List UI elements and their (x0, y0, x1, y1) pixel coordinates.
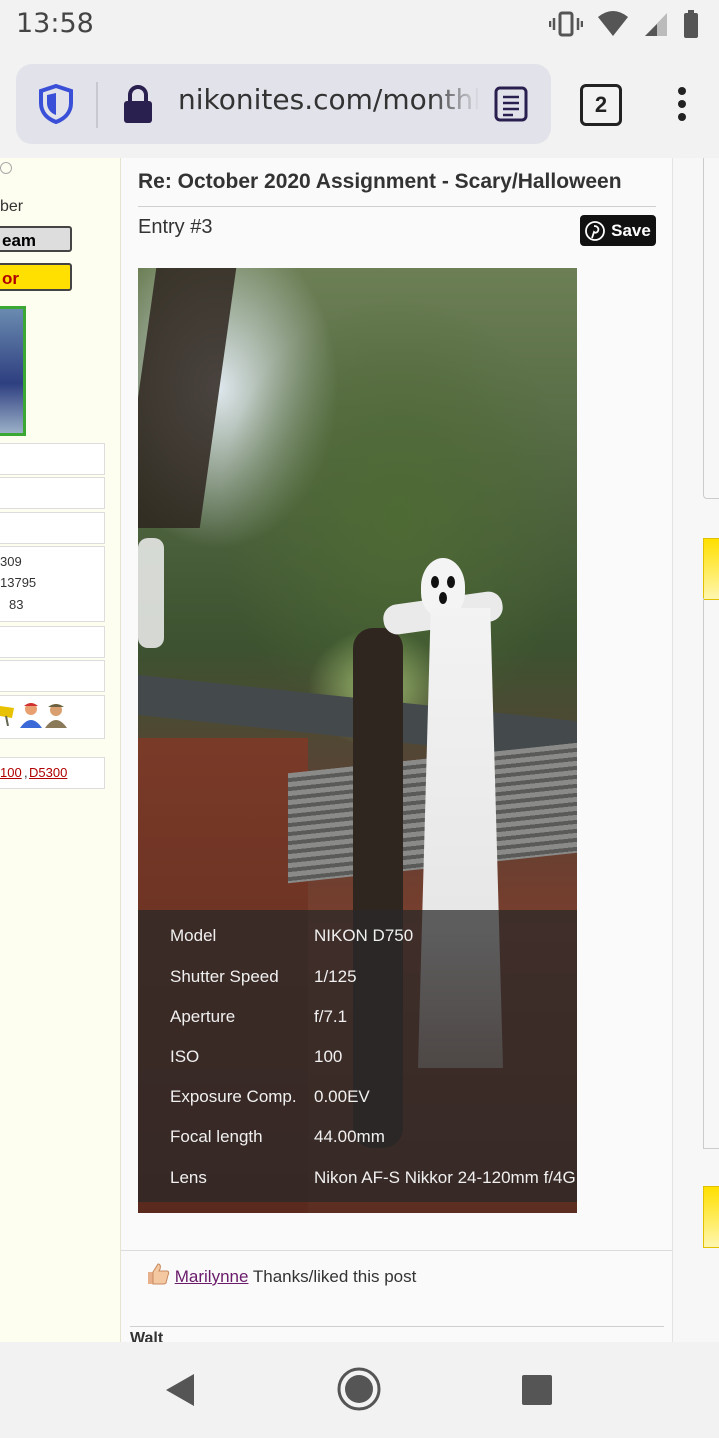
post-footer-divider (121, 1250, 672, 1251)
exif-label-exposure: Exposure Comp. (170, 1087, 297, 1106)
camera-link-2[interactable]: D5300 (29, 765, 67, 780)
user-title: ber (0, 198, 24, 215)
liked-line: Marilynne Thanks/liked this post (146, 1262, 416, 1287)
pinterest-save-button[interactable]: Save (580, 215, 656, 246)
person-award-icon (20, 703, 42, 728)
exif-overlay: Model NIKON D750 Shutter Speed 1/125 Ape… (138, 910, 577, 1202)
exif-value-aperture: f/7.1 (314, 1007, 348, 1026)
overflow-menu-icon[interactable] (675, 86, 689, 122)
exif-label-shutter: Shutter Speed (170, 967, 279, 986)
tree-trunk-left (138, 268, 237, 528)
reader-mode-icon[interactable] (494, 86, 528, 122)
back-icon[interactable] (164, 1372, 196, 1408)
url-fade (430, 78, 480, 128)
user-sidebar: ber eam or 309 13795 83 100 , D5300 (0, 158, 121, 1342)
tab-switcher-button[interactable]: 2 (580, 84, 622, 126)
info-box-2 (0, 477, 105, 509)
info-box-5 (0, 660, 105, 692)
exif-label-model: Model (170, 926, 217, 945)
battery-icon (684, 10, 698, 38)
ghost-head (421, 558, 465, 616)
post-title[interactable]: Re: October 2020 Assignment - Scary/Hall… (138, 170, 622, 194)
signal-icon (645, 13, 667, 36)
exif-value-exposure: 0.00EV (314, 1087, 370, 1106)
next-post-divider (130, 1326, 664, 1327)
stat-third: 83 (9, 597, 24, 612)
exif-label-aperture: Aperture (170, 1007, 236, 1026)
liked-user-link[interactable]: Marilynne (175, 1267, 249, 1286)
exif-value-lens: Nikon AF-S Nikkor 24-120mm f/4G (314, 1168, 576, 1187)
exif-value-model: NIKON D750 (314, 926, 414, 945)
camera-link-1[interactable]: 100 (0, 765, 22, 780)
online-status-icon (0, 162, 12, 174)
pinterest-icon (585, 220, 606, 241)
entry-label: Entry #3 (138, 216, 213, 238)
stat-posts: 309 (0, 554, 22, 569)
title-divider (138, 206, 656, 207)
awards-box (0, 695, 105, 739)
left-ghost (138, 538, 164, 648)
exif-value-iso: 100 (314, 1047, 343, 1066)
vibrate-icon (549, 11, 583, 37)
cameras-box: 100 , D5300 (0, 757, 105, 789)
shield-icon[interactable] (38, 84, 74, 124)
soldier-award-icon (45, 704, 67, 728)
wifi-icon (598, 11, 628, 36)
stats-box: 309 13795 83 (0, 546, 105, 622)
supporter-badge-label: or (2, 269, 19, 288)
thumbs-up-icon (148, 1263, 170, 1285)
recents-icon[interactable] (522, 1375, 552, 1405)
exif-value-focal: 44.00mm (314, 1127, 385, 1146)
info-box-1 (0, 443, 105, 475)
status-time: 13:58 (16, 8, 94, 39)
save-label: Save (611, 220, 651, 240)
stat-likes: 13795 (0, 575, 37, 590)
info-box-3 (0, 512, 105, 544)
exif-label-focal: Focal length (170, 1127, 263, 1146)
avatar[interactable] (0, 306, 26, 436)
exif-label-iso: ISO (170, 1047, 200, 1066)
team-badge-label: eam (2, 231, 37, 250)
supporter-badge[interactable]: or (0, 263, 72, 291)
liked-text: Thanks/liked this post (248, 1267, 417, 1286)
flag-award-icon (0, 706, 14, 726)
exif-value-shutter: 1/125 (314, 967, 357, 986)
address-divider (96, 82, 98, 128)
status-icons (549, 10, 699, 38)
right-column (672, 158, 719, 1342)
info-box-4 (0, 626, 105, 658)
home-icon[interactable] (336, 1366, 382, 1412)
exif-label-lens: Lens (170, 1168, 207, 1187)
lock-icon[interactable] (122, 84, 154, 124)
team-badge[interactable]: eam (0, 226, 72, 252)
